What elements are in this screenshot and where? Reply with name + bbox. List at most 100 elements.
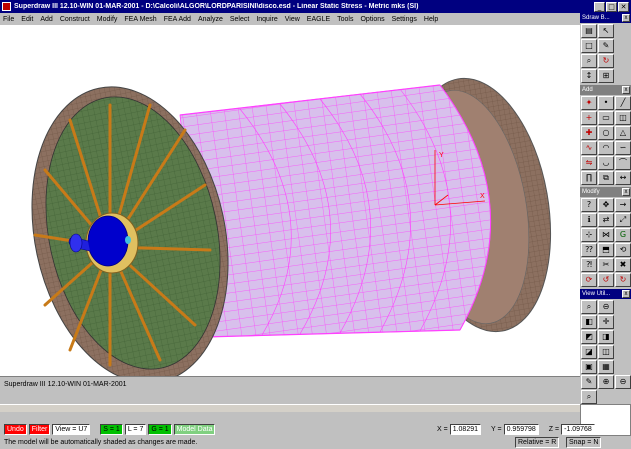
box-icon[interactable]: □ xyxy=(581,39,597,53)
shade-icon[interactable]: ▦ xyxy=(598,360,614,374)
query-icon[interactable]: ? xyxy=(581,198,597,212)
dot-icon[interactable]: • xyxy=(598,96,614,110)
copy-icon[interactable]: ⧉ xyxy=(598,171,614,185)
menu-select[interactable]: Select xyxy=(230,16,249,23)
view-indicator[interactable]: View = U7 xyxy=(52,423,91,435)
revolve-icon[interactable]: ⟲ xyxy=(615,243,631,257)
relative-mode[interactable]: Relative = R xyxy=(515,437,560,448)
view-back-icon[interactable]: ◫ xyxy=(598,345,614,359)
snap-mode[interactable]: Snap = N xyxy=(566,437,602,448)
fillet-icon[interactable]: ⌒ xyxy=(615,156,631,170)
magnify-minus-icon[interactable]: ⊖ xyxy=(615,375,631,389)
info-icon[interactable]: ℹ xyxy=(581,213,597,227)
menu-fea-add[interactable]: FEA Add xyxy=(164,16,191,23)
view-u1-icon[interactable]: ▤ xyxy=(581,24,597,38)
sweep-icon[interactable]: ↺ xyxy=(598,273,614,287)
redraw-icon[interactable]: ▣ xyxy=(581,360,597,374)
menu-help[interactable]: Help xyxy=(424,16,438,23)
pipe-icon[interactable]: ∏ xyxy=(581,171,597,185)
group-indicator[interactable]: G = 1 xyxy=(148,423,172,435)
menu-eagle[interactable]: EAGLE xyxy=(307,16,330,23)
tool-palettes: Sdraw B... x ▤ ↖ □ ✎ ⌕ ↻ ↕ ⊞ Add x ✦ • ╱ +… xyxy=(580,13,631,449)
close-icon[interactable]: x xyxy=(622,188,630,196)
menu-modify[interactable]: Modify xyxy=(97,16,118,23)
maximize-button[interactable]: □ xyxy=(606,1,617,12)
menu-settings[interactable]: Settings xyxy=(392,16,417,23)
measure-icon[interactable]: ↔ xyxy=(615,171,631,185)
view-front-icon[interactable]: ◧ xyxy=(581,315,597,329)
undo-indicator[interactable]: Undo xyxy=(4,423,27,435)
spline-icon[interactable]: ∽ xyxy=(615,141,631,155)
cross-icon[interactable]: + xyxy=(581,111,597,125)
pan-view-icon[interactable]: ✛ xyxy=(598,315,614,329)
menu-construct[interactable]: Construct xyxy=(60,16,90,23)
menu-view[interactable]: View xyxy=(285,16,300,23)
pan-icon[interactable]: ↕ xyxy=(581,69,597,83)
merge-icon[interactable]: ⋈ xyxy=(598,228,614,242)
undo-icon[interactable]: ⟳ xyxy=(581,273,597,287)
menu-analyze[interactable]: Analyze xyxy=(198,16,223,23)
split-icon[interactable]: ⊹ xyxy=(581,228,597,242)
erase-icon[interactable]: ✎ xyxy=(598,39,614,53)
flip-icon[interactable]: ⇄ xyxy=(598,213,614,227)
group-icon[interactable]: G xyxy=(615,228,631,242)
triangle-icon[interactable]: △ xyxy=(615,126,631,140)
menu-file[interactable]: File xyxy=(3,16,14,23)
curve-icon[interactable]: ∿ xyxy=(581,141,597,155)
close-icon[interactable]: x xyxy=(622,14,630,22)
rectangle-icon[interactable]: ▭ xyxy=(598,111,614,125)
palette-basic-header[interactable]: Sdraw B... x xyxy=(580,13,631,23)
trim-icon[interactable]: ✂ xyxy=(598,258,614,272)
x-label: X = xyxy=(437,426,448,433)
zoom-icon[interactable]: ⌕ xyxy=(581,54,597,68)
app-icon[interactable] xyxy=(2,2,11,11)
query-three-icon[interactable]: ⁈ xyxy=(581,258,597,272)
view-iso-icon[interactable]: ◩ xyxy=(581,330,597,344)
view-top-icon[interactable]: ◨ xyxy=(598,330,614,344)
view-side-icon[interactable]: ◪ xyxy=(581,345,597,359)
loop-icon[interactable]: ↻ xyxy=(615,273,631,287)
palette-view-header[interactable]: View Util... x xyxy=(580,289,631,299)
fit-icon[interactable]: ⊞ xyxy=(598,69,614,83)
message-scrollbar[interactable] xyxy=(0,404,580,412)
menu-tools[interactable]: Tools xyxy=(337,16,353,23)
rotate-icon[interactable]: ↻ xyxy=(598,54,614,68)
scale-icon[interactable]: ⤢ xyxy=(615,213,631,227)
move-icon[interactable]: ✥ xyxy=(598,198,614,212)
search-icon[interactable]: ⌕ xyxy=(581,390,597,404)
arc-icon[interactable]: ◠ xyxy=(598,141,614,155)
rect-fill-icon[interactable]: ◫ xyxy=(615,111,631,125)
menu-edit[interactable]: Edit xyxy=(21,16,33,23)
minimize-button[interactable]: _ xyxy=(594,1,605,12)
menu-options[interactable]: Options xyxy=(360,16,384,23)
layer-indicator[interactable]: L = 7 xyxy=(124,423,147,435)
model-viewport[interactable]: Y X xyxy=(0,25,580,376)
query-two-icon[interactable]: ⁇ xyxy=(581,243,597,257)
close-button[interactable]: ✕ xyxy=(618,1,629,12)
close-icon[interactable]: x xyxy=(622,86,630,94)
line-icon[interactable]: ╱ xyxy=(615,96,631,110)
menu-fea-mesh[interactable]: FEA Mesh xyxy=(124,16,156,23)
menu-add[interactable]: Add xyxy=(40,16,52,23)
zoom-window-icon[interactable]: ⌕ xyxy=(581,300,597,314)
pencil-icon[interactable]: ✎ xyxy=(581,375,597,389)
arrow-icon[interactable]: ↖ xyxy=(598,24,614,38)
extrude-icon[interactable]: ⬒ xyxy=(598,243,614,257)
arc-three-icon[interactable]: ◡ xyxy=(598,156,614,170)
mirror-icon[interactable]: ⇋ xyxy=(581,156,597,170)
circle-icon[interactable]: ○ xyxy=(598,126,614,140)
model-data-indicator[interactable]: Model Data xyxy=(173,423,216,435)
magnify-icon[interactable]: ⊕ xyxy=(598,375,614,389)
point-icon[interactable]: ✦ xyxy=(581,96,597,110)
menu-inquire[interactable]: Inquire xyxy=(256,16,277,23)
arrow-right-icon[interactable]: → xyxy=(615,198,631,212)
palette-add-header[interactable]: Add x xyxy=(580,85,631,95)
node-icon[interactable]: ✚ xyxy=(581,126,597,140)
filter-indicator[interactable]: Filter xyxy=(28,423,51,435)
zoom-out-icon[interactable]: ⊖ xyxy=(598,300,614,314)
close-icon[interactable]: x xyxy=(622,290,630,298)
palette-modify-header[interactable]: Modify x xyxy=(580,187,631,197)
surface-indicator[interactable]: S = 1 xyxy=(100,423,123,435)
coordinate-readout: X = 1.08291 Y = 0.959798 Z = -1.09768 xyxy=(437,424,595,435)
delete-icon[interactable]: ✖ xyxy=(615,258,631,272)
